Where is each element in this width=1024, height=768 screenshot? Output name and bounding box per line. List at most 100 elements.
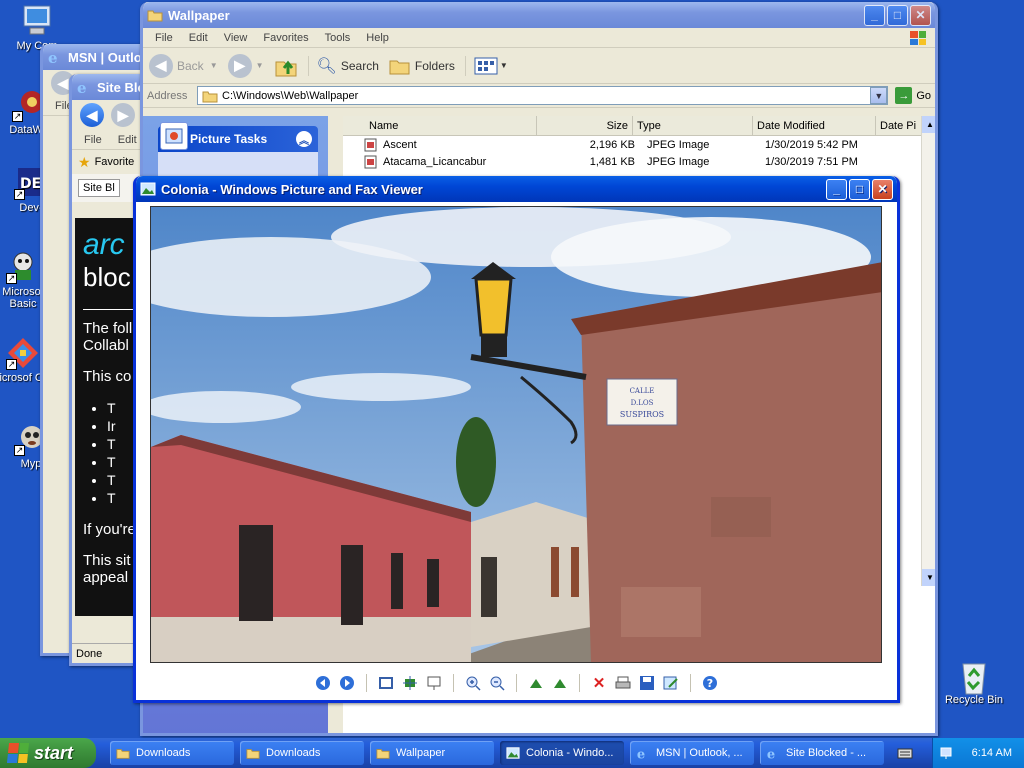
vertical-scrollbar[interactable]: ▲ ▼ [921, 116, 935, 586]
ie-icon: e [48, 49, 58, 65]
back-button[interactable]: ◀ Back ▼ [149, 53, 218, 78]
rotate-clockwise-button[interactable] [527, 674, 545, 692]
rotate-counterclockwise-button[interactable] [551, 674, 569, 692]
column-date-picture[interactable]: Date Pi [876, 116, 924, 135]
svg-text:D.LOS: D.LOS [631, 399, 654, 407]
menu-file[interactable]: File [76, 134, 110, 146]
zoom-in-button[interactable] [464, 674, 482, 692]
file-size: 1,481 KB [589, 155, 635, 168]
network-icon[interactable] [939, 745, 955, 761]
maximize-button[interactable]: □ [887, 4, 908, 26]
ie-icon: e [637, 747, 645, 760]
previous-icon [316, 676, 330, 690]
dropdown-arrow-icon: ▼ [209, 61, 218, 70]
file-name: Atacama_Licancabur [383, 155, 487, 168]
taskbar-item-colonia[interactable]: Colonia - Windo... [500, 741, 624, 765]
column-date-modified[interactable]: Date Modified [753, 116, 876, 135]
taskbar-item-downloads[interactable]: Downloads [110, 741, 234, 765]
svg-text:e: e [637, 747, 645, 760]
picture-tasks-icon [160, 122, 188, 150]
folder-icon [202, 91, 218, 102]
window-title: Colonia - Windows Picture and Fax Viewer [161, 181, 423, 197]
back-icon[interactable]: ◀ [80, 103, 104, 127]
folders-button[interactable]: Folders [389, 56, 455, 76]
picture-viewer-window[interactable]: Colonia - Windows Picture and Fax Viewer… [133, 176, 900, 703]
viewer-titlebar[interactable]: Colonia - Windows Picture and Fax Viewer… [136, 176, 897, 202]
file-size: 2,196 KB [589, 138, 635, 151]
taskbar-item-label: Downloads [266, 747, 321, 759]
views-button[interactable]: ▼ [464, 55, 508, 76]
save-button[interactable] [638, 674, 656, 692]
picture-tasks-header[interactable]: Picture Tasks ︽ [158, 122, 318, 152]
collapse-icon[interactable]: ︽ [296, 131, 312, 147]
keyboard-icon[interactable] [890, 741, 920, 765]
favorites-label[interactable]: Favorite [95, 156, 135, 168]
menu-favorites[interactable]: Favorites [255, 32, 316, 44]
go-button[interactable]: → Go [895, 87, 931, 104]
file-name: Ascent [383, 138, 417, 151]
file-modified: 1/30/2019 7:51 PM [765, 155, 858, 168]
delete-button[interactable]: ✕ [590, 674, 608, 692]
minimize-button[interactable]: _ [864, 4, 885, 26]
explorer-titlebar[interactable]: Wallpaper _ □ ✕ [143, 2, 935, 28]
edit-button[interactable] [662, 674, 680, 692]
address-dropdown-button[interactable]: ▼ [870, 87, 888, 104]
taskbar-item-msn[interactable]: e MSN | Outlook, ... [630, 741, 754, 765]
ms-basic-icon: ↗ [6, 250, 40, 284]
toolbar-separator [366, 674, 367, 692]
windows-logo-icon [6, 743, 30, 763]
taskbar-item-wallpaper[interactable]: Wallpaper [370, 741, 494, 765]
column-name[interactable]: Name [365, 116, 537, 135]
start-label: start [34, 742, 74, 763]
up-folder-button[interactable] [274, 54, 298, 78]
column-size[interactable]: Size [537, 116, 633, 135]
print-button[interactable] [614, 674, 632, 692]
close-button[interactable]: ✕ [910, 4, 931, 26]
scroll-down-icon[interactable]: ▼ [922, 569, 935, 586]
column-type[interactable]: Type [633, 116, 753, 135]
taskbar-item-downloads-2[interactable]: Downloads [240, 741, 364, 765]
tab-site-blocked[interactable]: Site Bl [78, 179, 120, 197]
actual-size-button[interactable] [401, 674, 419, 692]
slideshow-button[interactable] [425, 674, 443, 692]
menu-view[interactable]: View [216, 32, 256, 44]
address-value: C:\Windows\Web\Wallpaper [222, 89, 359, 102]
svg-text:e: e [77, 79, 87, 95]
explorer-menubar: File Edit View Favorites Tools Help [143, 28, 935, 48]
window-title: Wallpaper [168, 7, 230, 23]
address-input[interactable]: C:\Windows\Web\Wallpaper [197, 86, 889, 105]
folders-label: Folders [414, 58, 455, 73]
maximize-button[interactable]: □ [849, 178, 870, 200]
desktop-icon-recycle-bin[interactable]: Recycle Bin [939, 658, 1009, 706]
folder-icon [376, 749, 390, 759]
colonia-photo: CALLE D.LOS SUSPIROS [150, 206, 882, 663]
minimize-button[interactable]: _ [826, 178, 847, 200]
previous-image-button[interactable] [314, 674, 332, 692]
start-button[interactable]: start [0, 738, 96, 768]
shortcut-arrow-icon: ↗ [14, 189, 25, 200]
best-fit-button[interactable] [377, 674, 395, 692]
next-image-button[interactable] [338, 674, 356, 692]
help-button[interactable]: ? [701, 674, 719, 692]
shortcut-arrow-icon: ↗ [12, 111, 23, 122]
scroll-up-icon[interactable]: ▲ [922, 116, 935, 133]
zoom-out-button[interactable] [488, 674, 506, 692]
menu-help[interactable]: Help [358, 32, 397, 44]
taskbar-item-site-blocked[interactable]: e Site Blocked - ... [760, 741, 884, 765]
forward-icon[interactable]: ▶ [111, 103, 135, 127]
picture-viewer-icon [140, 182, 156, 196]
table-row[interactable]: Atacama_Licancabur 1,481 KB JPEG Image 1… [343, 153, 935, 170]
close-button[interactable]: ✕ [872, 178, 893, 200]
menu-file[interactable]: File [147, 32, 181, 44]
table-row[interactable]: Ascent 2,196 KB JPEG Image 1/30/2019 5:4… [343, 136, 935, 153]
search-button[interactable]: 🔍︎ Search [307, 55, 379, 76]
svg-text:?: ? [707, 677, 713, 690]
clock[interactable]: 6:14 AM [972, 747, 1012, 759]
menu-edit[interactable]: Edit [181, 32, 216, 44]
toolbar-separator [690, 674, 691, 692]
windows-logo-icon [907, 28, 929, 48]
menu-tools[interactable]: Tools [317, 32, 359, 44]
zoom-in-icon [466, 676, 481, 691]
viewer-toolbar: ✕ ? [136, 668, 897, 698]
forward-button[interactable]: ▶ ▼ [227, 53, 264, 78]
